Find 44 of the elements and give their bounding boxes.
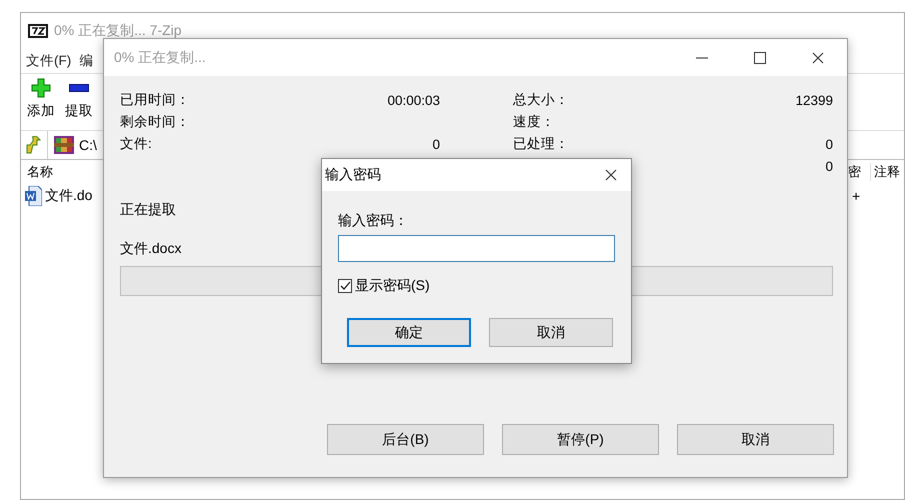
file-name[interactable]: 文件.do (45, 187, 92, 205)
stat-label: 剩余时间： (120, 113, 190, 131)
maximize-icon[interactable] (754, 52, 766, 64)
close-icon[interactable] (605, 169, 617, 181)
checkbox-label[interactable]: 显示密码(S) (355, 277, 430, 295)
stat-label: 文件: (120, 135, 152, 153)
stat-value: 12399 (795, 92, 833, 108)
close-icon[interactable] (812, 52, 824, 64)
table-cell-text: + (851, 188, 862, 204)
current-file-name: 文件.docx (120, 240, 182, 258)
column-header[interactable]: 名称 (27, 163, 53, 181)
stat-label: 速度： (513, 113, 555, 131)
minus-icon (69, 84, 89, 92)
operation-label: 正在提取 (120, 201, 176, 219)
stat-label: 总大小： (513, 91, 569, 109)
dialog-button[interactable]: 取消 (489, 318, 613, 347)
menu-item[interactable]: 文件(F) (26, 52, 72, 70)
field-label: 输入密码： (338, 212, 409, 230)
checkbox[interactable] (338, 279, 352, 293)
toolbar-button[interactable]: 添加 (27, 102, 55, 120)
menu-item[interactable]: 编 (79, 52, 94, 70)
document-icon (25, 186, 42, 206)
password-field[interactable] (338, 235, 615, 262)
stat-value: 0 (432, 136, 440, 152)
dialog-title: 输入密码 (325, 166, 381, 184)
dialog-button[interactable]: 后台(B) (327, 424, 484, 455)
toolbar-button[interactable]: 提取 (65, 102, 93, 120)
up-folder-icon[interactable] (25, 136, 41, 154)
dialog-button[interactable]: 暂停(P) (502, 424, 659, 455)
dialog-button[interactable]: 取消 (677, 424, 834, 455)
stat-label: 已用时间： (120, 91, 190, 109)
plus-icon (31, 78, 51, 98)
window-title: 0% 正在复制... (114, 48, 206, 64)
stat-value: 00:00:03 (387, 92, 440, 108)
stat-value: 0 (825, 136, 833, 152)
archive-icon (54, 136, 74, 154)
column-header[interactable]: 注释 (870, 163, 900, 181)
dialog-button[interactable]: 确定 (347, 318, 471, 347)
stat-value: 0 (825, 158, 833, 174)
window-title: 0% 正在复制... 7-Zip (54, 22, 182, 40)
app-icon (28, 24, 48, 38)
address-path[interactable]: C:\ (79, 137, 97, 153)
minimize-icon[interactable] (696, 56, 708, 58)
stat-label: 已处理： (513, 135, 569, 153)
